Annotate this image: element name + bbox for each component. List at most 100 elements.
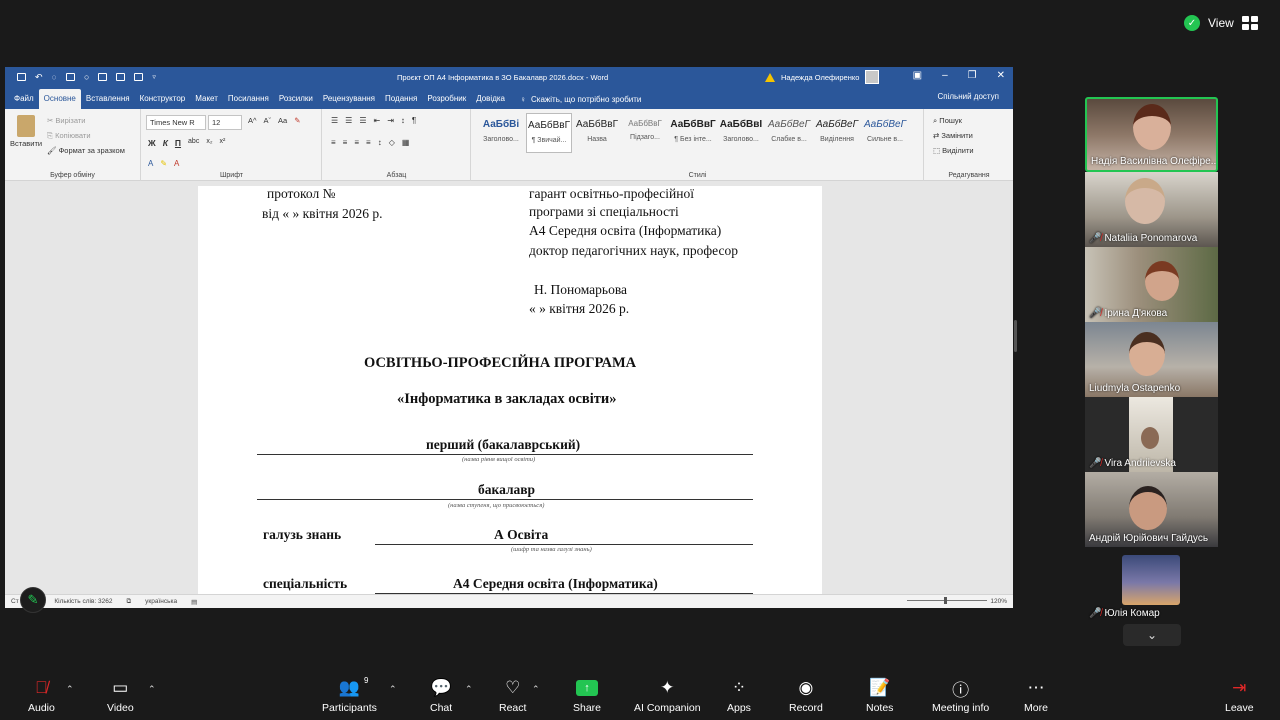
justify-icon[interactable]: ≡ [366,138,371,147]
paste-icon[interactable] [17,115,35,137]
tab-file[interactable]: Файл [9,89,39,109]
shared-access-button[interactable]: Спільний доступ [937,92,999,101]
customize-icon[interactable]: ▿ [152,73,156,81]
increase-indent-icon[interactable]: ⇥ [387,116,394,125]
chat-options-icon[interactable]: ⌃ [465,684,473,695]
style-subtitle[interactable]: АаБбВвГ Підзаго... [622,113,668,153]
text-effects-icon[interactable]: A [148,159,153,168]
maximize-icon[interactable]: ❐ [968,70,977,81]
macro-icon[interactable]: ▤ [191,598,197,606]
chat-button[interactable]: 💬 Chat [430,678,452,714]
superscript-icon[interactable]: x² [220,138,226,148]
save-icon[interactable] [17,73,26,81]
tab-design[interactable]: Конструктор [135,89,191,109]
close-icon[interactable]: ✕ [997,70,1005,81]
participant-tile[interactable]: 🎤̸ Nataliia Ponomarova [1085,172,1218,247]
audio-options-icon[interactable]: ⌃ [66,684,74,695]
style-emphasis[interactable]: АаБбВеГ Виділення [814,113,860,153]
shrink-font-icon[interactable]: Aˇ [264,116,272,125]
tab-view[interactable]: Подання [380,89,422,109]
font-size-select[interactable]: 12 [208,115,242,130]
more-button[interactable]: ⋯ More [1024,678,1048,714]
video-button[interactable]: ▭ Video [107,678,134,714]
copy-button[interactable]: ⎘ Копіювати [47,128,125,143]
print-icon[interactable] [134,73,144,81]
paste-button[interactable]: Вставити [10,139,42,148]
numbering-icon[interactable]: ☰ [345,116,352,125]
ai-companion-button[interactable]: ✦ AI Companion [634,678,701,714]
proofing-icon[interactable]: ⧉ [127,598,132,606]
document-area[interactable]: протокол № від « » квітня 2026 р. гарант… [5,186,1013,606]
clear-format-icon[interactable]: ✎ [294,116,300,125]
style-subtle-emphasis[interactable]: АаБбВеГ Слабке в... [766,113,812,153]
new-doc-icon[interactable] [65,73,75,81]
share-button[interactable]: ↑ Share [573,678,601,714]
bullets-icon[interactable]: ☰ [331,116,338,125]
tab-review[interactable]: Рецензування [318,89,380,109]
notes-button[interactable]: 📝 Notes [866,678,893,714]
participant-tile[interactable]: Liudmyla Ostapenko [1085,322,1218,397]
pilcrow-icon[interactable]: ¶ [412,116,416,125]
audio-button[interactable]: 🎙̸ Audio [28,678,55,714]
underline-icon[interactable]: П [175,138,181,148]
participant-tile[interactable]: 🎤̸ Vira Andriievska [1085,397,1218,472]
user-avatar[interactable] [865,70,880,84]
zoom-percent[interactable]: 120% [990,598,1007,605]
borders-icon[interactable]: ▦ [402,138,410,147]
align-right-icon[interactable]: ≡ [354,138,359,147]
tell-me-box[interactable]: ♀ Скажіть, що потрібно зробити [510,89,641,109]
style-normal[interactable]: АаБбВвГ ¶ Звичай... [526,113,572,153]
edit-icon[interactable] [98,73,108,81]
zoom-slider-knob[interactable] [944,597,947,604]
participants-options-icon[interactable]: ⌃ [389,684,397,695]
minimize-icon[interactable]: – [942,70,948,81]
view-button[interactable]: ✓ View [1176,10,1268,36]
record-button[interactable]: ◉ Record [789,678,823,714]
select-button[interactable]: ⬚ Виділити [933,143,974,158]
format-painter-button[interactable]: 🖌 Формат за зразком [47,143,125,158]
style-heading1[interactable]: АаБбВі Заголово... [478,113,524,153]
annotate-pencil-icon[interactable]: ✎ [20,587,46,613]
leave-button[interactable]: ⇥ Leave [1225,678,1254,714]
decrease-indent-icon[interactable]: ⇤ [374,116,381,125]
tab-developer[interactable]: Розробник [422,89,471,109]
apps-button[interactable]: ⁘ Apps [727,678,751,714]
shading-icon[interactable]: ◇ [389,138,395,147]
chevron-down-icon[interactable]: ⌄ [1123,624,1181,646]
highlight-icon[interactable]: ✎ [160,159,167,168]
font-name-select[interactable]: Times New R [146,115,206,130]
shield-check-icon[interactable]: ✓ [1184,15,1200,31]
style-heading2[interactable]: АаБбВвІ Заголово... [718,113,764,153]
tab-references[interactable]: Посилання [223,89,274,109]
font-color-icon[interactable]: A [174,159,179,168]
line-spacing-icon[interactable]: ↕ [378,138,382,147]
participant-tile[interactable]: 🎤̸ Ірина Д'якова [1085,247,1218,322]
participants-button[interactable]: 👥 Participants 9 [322,676,377,714]
align-left-icon[interactable]: ≡ [331,138,336,147]
style-no-spacing[interactable]: АаБбВвГ ¶ Без інте... [670,113,716,153]
bold-icon[interactable]: Ж [148,138,156,148]
italic-icon[interactable]: К [163,138,168,148]
replace-button[interactable]: ⇄ Замінити [933,128,974,143]
grow-font-icon[interactable]: A^ [248,116,257,125]
cut-button[interactable]: ✂ Вирізати [47,113,125,128]
document-page[interactable]: протокол № від « » квітня 2026 р. гарант… [198,186,822,606]
participant-tile[interactable]: Андрій Юрійович Гайдусь [1085,472,1218,547]
tab-help[interactable]: Довідка [471,89,510,109]
style-intense-emphasis[interactable]: АаБбВеГ Сильне в... [862,113,908,153]
tab-insert[interactable]: Вставлення [81,89,135,109]
tab-mailings[interactable]: Розсилки [274,89,318,109]
multilevel-icon[interactable]: ☰ [359,116,366,125]
style-title[interactable]: АаБбВвГ Назва [574,113,620,153]
sort-icon[interactable]: ↕ [401,116,405,125]
undo-icon[interactable]: ↶ [35,72,43,83]
resize-handle[interactable] [1014,320,1017,352]
redo-icon[interactable]: ○ [52,72,57,82]
video-options-icon[interactable]: ⌃ [148,684,156,695]
shape-icon[interactable]: ○ [84,72,89,82]
react-button[interactable]: ♡ React [499,678,526,714]
language-indicator[interactable]: українська [145,598,177,605]
find-button[interactable]: ⌕ Пошук [933,113,974,128]
strike-icon[interactable]: abc [188,138,199,148]
word-count[interactable]: Кількість слів: 3262 [54,598,112,605]
